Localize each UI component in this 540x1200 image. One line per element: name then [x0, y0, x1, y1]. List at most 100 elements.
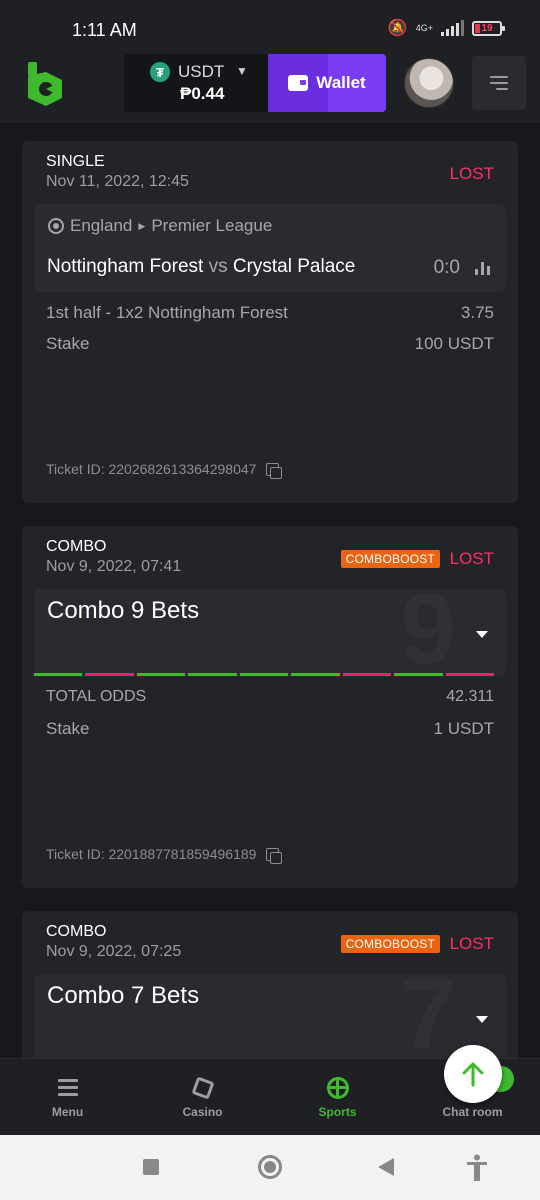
- wallet-icon: [288, 75, 309, 91]
- stake-row: Stake 100 USDT: [46, 334, 494, 354]
- back-icon[interactable]: [378, 1158, 394, 1176]
- wallet-button[interactable]: Wallet: [268, 54, 386, 112]
- nav-label: Menu: [51, 1104, 84, 1119]
- battery-level: 19: [481, 22, 493, 34]
- copy-icon[interactable]: [266, 462, 283, 479]
- stake-value: 1 USDT: [433, 719, 494, 738]
- total-odds-row: TOTAL ODDS 42.311: [46, 688, 494, 706]
- bet-card[interactable]: COMBO Nov 9, 2022, 07:41 COMBOBOOST LOST…: [22, 526, 518, 888]
- comboboost-badge: COMBOBOOST: [340, 550, 440, 568]
- total-odds-value: 42.311: [446, 688, 494, 705]
- league: England ▶ Premier League: [48, 216, 272, 236]
- combo-count-watermark: 7: [400, 974, 456, 1058]
- combo-leg-won: [239, 673, 289, 676]
- ticket-id: Ticket ID: 2202682613364298047: [46, 461, 283, 479]
- bet-card[interactable]: COMBO Nov 9, 2022, 07:25 COMBOBOOST LOST…: [22, 911, 518, 1058]
- combo-leg-won: [34, 673, 83, 676]
- ticket-id: Ticket ID: 2201887781859496189: [46, 846, 283, 864]
- selection-label: 1st half - 1x2 Nottingham Forest: [46, 303, 288, 322]
- combo-title: Combo 7 Bets: [47, 982, 200, 1009]
- signal-icon: [441, 20, 464, 36]
- sports-icon: [326, 1076, 349, 1099]
- combo-leg-won: [188, 673, 237, 676]
- stake-label: Stake: [46, 334, 90, 353]
- menu-icon: [57, 1079, 78, 1096]
- bet-type: SINGLE: [46, 153, 105, 170]
- caret-down-icon[interactable]: [476, 631, 488, 638]
- ticket-id-text: Ticket ID: 2202682613364298047: [46, 461, 257, 477]
- stake-row: Stake 1 USDT: [46, 719, 494, 739]
- combo-box[interactable]: 9 Combo 9 Bets: [34, 589, 506, 677]
- league-country: England: [70, 216, 133, 235]
- combo-leg-won: [394, 673, 443, 676]
- nav-label: Sports: [318, 1104, 357, 1119]
- nav-sports[interactable]: Sports: [270, 1059, 405, 1136]
- balance-amount: ₱0.44: [180, 84, 225, 103]
- menu-button[interactable]: [472, 56, 526, 110]
- bet-result: LOST: [449, 934, 494, 953]
- comboboost-badge: COMBOBOOST: [340, 935, 440, 953]
- nav-label: Casino: [182, 1104, 223, 1119]
- combo-leg-lost: [342, 673, 392, 676]
- home-team: Nottingham Forest: [47, 256, 204, 277]
- selection-odds: 3.75: [460, 303, 494, 322]
- bc-game-logo[interactable]: [24, 60, 68, 108]
- bet-history-list[interactable]: SINGLE Nov 11, 2022, 12:45 LOST England …: [0, 124, 540, 1058]
- stats-icon[interactable]: [475, 261, 490, 275]
- casino-icon: [190, 1075, 215, 1100]
- arrow-up-icon: [462, 1062, 484, 1087]
- match-box[interactable]: England ▶ Premier League Nottingham Fore…: [34, 204, 506, 292]
- nav-casino[interactable]: Casino: [135, 1059, 270, 1136]
- currency-label: USDT: [178, 62, 225, 81]
- usdt-icon: ₮: [150, 62, 170, 82]
- bet-type: COMBO: [46, 923, 107, 940]
- bet-date: Nov 9, 2022, 07:25: [46, 943, 182, 960]
- total-odds-label: TOTAL ODDS: [46, 688, 147, 705]
- match-teams: Nottingham Forest vs Crystal Palace: [47, 256, 355, 278]
- network-type: 4G+: [415, 22, 433, 33]
- accessibility-icon[interactable]: [466, 1154, 488, 1182]
- stake-value: 100 USDT: [414, 334, 494, 353]
- nav-label: Chat room: [442, 1104, 503, 1119]
- ticket-id-text: Ticket ID: 2201887781859496189: [46, 846, 257, 862]
- combo-box[interactable]: 7 Combo 7 Bets: [34, 974, 506, 1058]
- stake-label: Stake: [46, 719, 90, 738]
- app-header: ₮ USDT ▼ ₱0.44 Wallet: [0, 54, 540, 124]
- home-icon[interactable]: [258, 1155, 282, 1179]
- bet-result: LOST: [449, 549, 494, 568]
- combo-leg-won: [291, 673, 340, 676]
- status-bar: 1:11 AM 🔕 4G+ 19: [0, 0, 540, 56]
- bet-date: Nov 9, 2022, 07:41: [46, 558, 182, 575]
- chevron-right-icon: ▶: [138, 220, 146, 231]
- recents-icon[interactable]: [143, 1159, 159, 1175]
- battery-icon: 19: [472, 20, 505, 36]
- avatar[interactable]: [404, 58, 454, 108]
- copy-icon[interactable]: [266, 847, 283, 864]
- bet-type: COMBO: [46, 538, 107, 555]
- football-icon: [48, 218, 64, 234]
- scroll-top-button[interactable]: [444, 1045, 502, 1103]
- nav-menu[interactable]: Menu: [0, 1059, 135, 1136]
- combo-count-watermark: 9: [400, 589, 456, 677]
- notifications-muted-icon: 🔕: [387, 20, 408, 37]
- status-icons: 🔕 4G+ 19: [387, 18, 505, 38]
- selection-row: 1st half - 1x2 Nottingham Forest 3.75: [46, 303, 494, 323]
- wallet-label: Wallet: [316, 73, 366, 92]
- combo-leg-won: [136, 673, 186, 676]
- system-nav-bar: [0, 1135, 540, 1200]
- bet-date: Nov 11, 2022, 12:45: [46, 173, 189, 190]
- combo-legs-bar: [34, 673, 494, 676]
- combo-title: Combo 9 Bets: [47, 597, 200, 624]
- status-time: 1:11 AM: [72, 20, 137, 40]
- match-score: 0:0: [433, 257, 460, 278]
- away-team: Crystal Palace: [232, 256, 356, 277]
- combo-leg-lost: [445, 673, 494, 676]
- combo-leg-lost: [85, 673, 134, 676]
- vs-label: vs: [208, 256, 228, 277]
- bet-card[interactable]: SINGLE Nov 11, 2022, 12:45 LOST England …: [22, 141, 518, 503]
- bet-result: LOST: [449, 164, 494, 183]
- balance-selector[interactable]: ₮ USDT ▼ ₱0.44: [124, 54, 268, 112]
- chevron-down-icon: ▼: [236, 64, 248, 78]
- caret-down-icon[interactable]: [476, 1016, 488, 1023]
- league-name: Premier League: [151, 216, 273, 235]
